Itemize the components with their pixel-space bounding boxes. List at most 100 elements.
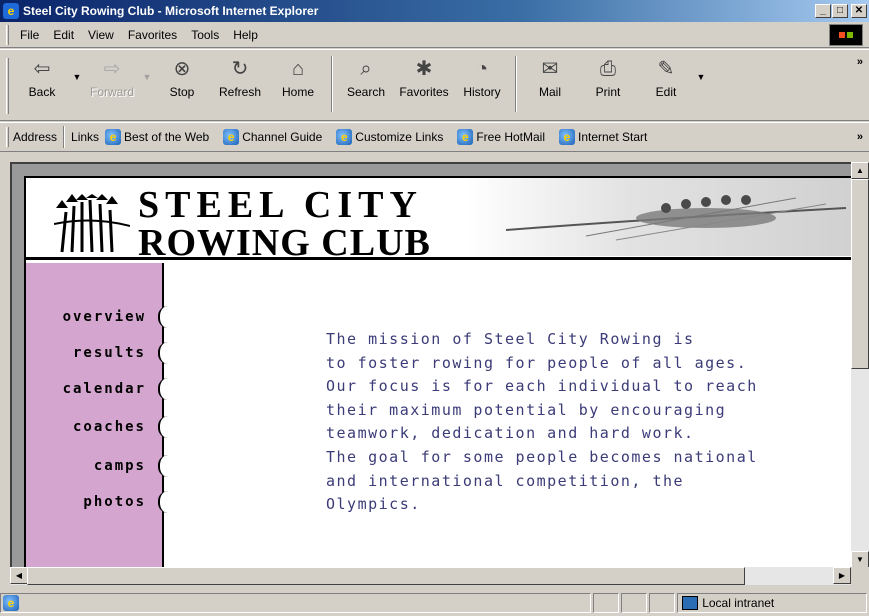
back-button[interactable]: ⇦ Back [13,50,71,99]
nav-calendar[interactable]: calendar [28,375,170,403]
address-label[interactable]: Address [13,130,57,144]
print-label: Print [595,85,621,99]
scroll-up-button[interactable]: ▲ [851,162,869,179]
nav-bracket-icon [158,378,170,400]
print-button[interactable]: ⎙ Print [579,50,637,99]
menu-edit[interactable]: Edit [46,28,81,42]
search-button[interactable]: ⌕ Search [337,50,395,99]
edit-button[interactable]: ✎ Edit [637,50,695,99]
toolbar-grip [6,58,9,114]
favorites-button[interactable]: ✱ Favorites [395,50,453,99]
mission-line: Olympics. [326,495,421,514]
nav-photos[interactable]: photos [28,488,170,516]
refresh-icon: ↻ [231,58,249,80]
security-zone: Local intranet [677,593,867,613]
minimize-button[interactable]: _ [815,4,831,18]
back-label: Back [28,85,56,99]
link-best-of-the-web[interactable]: e Best of the Web [105,129,209,145]
page-viewport: STEEL CITY ROWING CLUB overview results … [10,162,851,567]
ie-page-icon: e [457,129,474,145]
menu-help[interactable]: Help [226,28,265,42]
club-name-line1: STEEL CITY [138,184,423,226]
nav-label: coaches [72,419,146,435]
local-intranet-icon [682,596,699,610]
scroll-left-button[interactable]: ◀ [10,567,28,584]
forward-arrow-icon: ⇨ [103,58,121,80]
back-dropdown-arrow[interactable]: ▼ [71,50,83,82]
refresh-button[interactable]: ↻ Refresh [211,50,269,99]
scroll-down-button[interactable]: ▼ [851,551,869,568]
nav-label: photos [83,494,146,510]
link-internet-start[interactable]: e Internet Start [559,129,647,145]
nav-bracket-icon [158,491,170,513]
forward-button[interactable]: ⇨ Forward [83,50,141,99]
edit-label: Edit [655,85,677,99]
menu-favorites[interactable]: Favorites [121,28,184,42]
close-button[interactable]: ✕ [851,4,867,18]
site-header: STEEL CITY ROWING CLUB [26,178,851,264]
history-label: History [463,85,501,99]
ie-page-icon: e [3,595,19,611]
status-bar: e Local intranet [0,590,869,616]
forward-dropdown-arrow[interactable]: ▼ [141,50,153,82]
toolbar-chevron-icon[interactable]: » [857,56,863,68]
stop-button[interactable]: ⊗ Stop [153,50,211,99]
vertical-scrollbar[interactable]: ▲ ▼ [851,162,869,568]
status-cell [593,593,620,613]
nav-bracket-icon [158,416,170,438]
mission-line: their maximum potential by encouraging [326,400,727,419]
edit-dropdown-arrow[interactable]: ▼ [695,50,707,82]
home-button[interactable]: ⌂ Home [269,50,327,99]
search-label: Search [346,85,386,99]
vertical-scroll-thumb[interactable] [851,179,869,369]
menu-view[interactable]: View [81,28,121,42]
mission-line: and international competition, the [326,471,685,490]
nav-label: overview [62,309,146,325]
menu-file[interactable]: File [13,28,46,42]
menu-bar: File Edit View Favorites Tools Help [0,22,869,48]
mail-label: Mail [538,85,561,99]
nav-coaches[interactable]: coaches [28,413,170,441]
favorites-icon: ✱ [415,58,433,80]
link-label: Free HotMail [476,130,545,144]
history-button[interactable]: ◔ History [453,50,511,99]
links-chevron-icon[interactable]: » [857,131,863,143]
links-label[interactable]: Links [71,130,99,144]
horizontal-scrollbar[interactable]: ◀ ▶ [10,567,851,585]
nav-overview[interactable]: overview [28,303,170,331]
link-free-hotmail[interactable]: e Free HotMail [457,129,545,145]
zone-label: Local intranet [702,596,775,610]
nav-camps[interactable]: camps [28,452,170,480]
search-icon: ⌕ [360,58,372,80]
address-links-bar: Address Links e Best of the Web e Channe… [0,122,869,152]
rowing-boat-photo [466,178,851,256]
link-customize-links[interactable]: e Customize Links [336,129,443,145]
nav-sidebar: overview results calendar coaches camps … [26,263,170,567]
link-label: Internet Start [578,130,648,144]
nav-label: calendar [62,381,146,397]
stop-label: Stop [169,85,195,99]
status-cell [621,593,648,613]
maximize-button[interactable]: □ [832,4,848,18]
nav-label: results [72,345,146,361]
club-name-line2: ROWING CLUB [138,222,431,264]
nav-bracket-icon [158,306,170,328]
standard-toolbar: ⇦ Back ▼ ⇨ Forward ▼ ⊗ Stop ↻ Refresh ⌂ … [0,49,869,121]
mission-line: Our focus is for each individual to reac… [326,377,758,396]
nav-results[interactable]: results [28,339,170,367]
ie-page-icon: e [336,129,353,145]
scrollbar-corner [851,567,869,585]
address-grip [6,127,9,147]
horizontal-scroll-thumb[interactable] [27,567,745,585]
home-label: Home [281,85,314,99]
rowing-oars-logo-icon [54,194,130,253]
title-bar: e Steel City Rowing Club - Microsoft Int… [0,0,869,22]
mission-line: The goal for some people becomes nationa… [326,447,758,466]
link-channel-guide[interactable]: e Channel Guide [223,129,322,145]
menu-tools[interactable]: Tools [184,28,226,42]
scroll-right-button[interactable]: ▶ [833,567,851,584]
nav-bracket-icon [158,342,170,364]
stop-icon: ⊗ [173,58,191,80]
history-icon: ◔ [475,58,489,80]
mail-button[interactable]: ✉ Mail [521,50,579,99]
